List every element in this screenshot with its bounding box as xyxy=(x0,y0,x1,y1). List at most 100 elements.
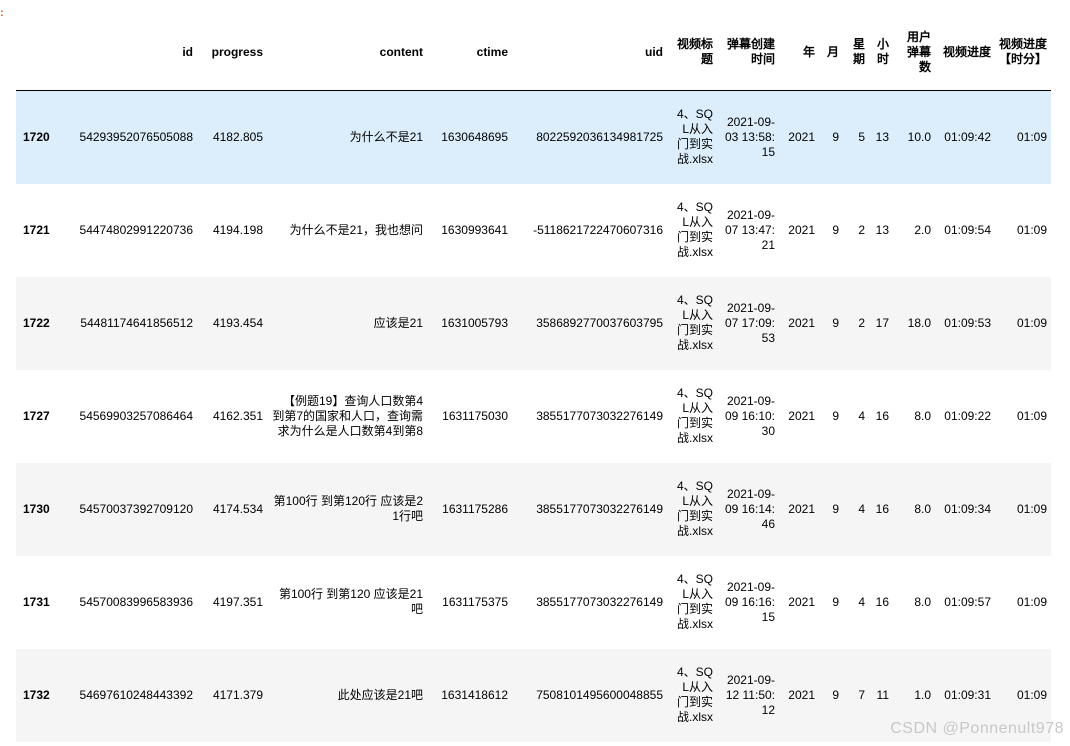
cell-month: 9 xyxy=(832,687,839,702)
cell-progress: 4171.379 xyxy=(212,687,263,702)
header-id: id xyxy=(60,14,197,91)
cell-content: 【例题19】查询人口数第4到第7的国家和人口，查询需求为什么是人口数第4到第8 xyxy=(272,393,423,438)
cell-user-count: 18.0 xyxy=(907,315,931,330)
cell-video-progress: 01:09:34 xyxy=(944,501,991,516)
cell-progress-hm: 01:09 xyxy=(1016,129,1047,144)
cell-progress: 4182.805 xyxy=(212,129,263,144)
header-hour: 小时 xyxy=(869,14,893,91)
cell-month: 9 xyxy=(832,594,839,609)
cell-video-progress: 01:09:42 xyxy=(944,129,991,144)
cell-hour: 13 xyxy=(875,222,889,237)
cell-uid: 3855177073032276149 xyxy=(536,501,663,516)
cell-progress-hm: 01:09 xyxy=(1016,408,1047,423)
cell-progress-hm: 01:09 xyxy=(1016,222,1047,237)
row-index: 1727 xyxy=(23,408,50,423)
cell-weekday: 5 xyxy=(858,129,865,144)
cell-weekday: 4 xyxy=(858,501,865,516)
cell-progress-hm: 01:09 xyxy=(1016,315,1047,330)
dataframe-output: id progress content ctime uid 视频标题 弹幕创建时… xyxy=(16,14,1051,742)
cell-progress: 4193.454 xyxy=(212,315,263,330)
cell-hour: 16 xyxy=(875,501,889,516)
cell-video-progress: 01:09:54 xyxy=(944,222,991,237)
cell-ctime: 1631175286 xyxy=(442,501,508,516)
cell-video-title: 4、SQL从入门到实战.xlsx xyxy=(676,107,713,167)
cell-content: 第100行 到第120行 应该是21行吧 xyxy=(273,494,423,523)
cell-content: 为什么不是21，我也想问 xyxy=(289,222,423,237)
cell-created-time: 2021-09-07 13:47:21 xyxy=(724,207,775,252)
cell-progress: 4174.534 xyxy=(212,501,263,516)
header-content: content xyxy=(267,14,427,91)
cell-weekday: 4 xyxy=(858,408,865,423)
cell-uid: 8022592036134981725 xyxy=(536,129,663,144)
cell-id: 54570037392709120 xyxy=(79,501,193,516)
cell-year: 2021 xyxy=(788,129,815,144)
table-row: 1720 54293952076505088 4182.805 为什么不是21 … xyxy=(16,90,1051,184)
cell-id: 54293952076505088 xyxy=(79,129,193,144)
header-user-count: 用户弹幕数 xyxy=(893,14,935,91)
row-index: 1731 xyxy=(23,594,50,609)
cell-weekday: 2 xyxy=(858,315,865,330)
cell-video-title: 4、SQL从入门到实战.xlsx xyxy=(676,293,713,352)
cell-video-title: 4、SQL从入门到实战.xlsx xyxy=(676,200,713,259)
cell-year: 2021 xyxy=(788,687,815,702)
header-uid: uid xyxy=(512,14,667,91)
cell-weekday: 4 xyxy=(858,594,865,609)
header-progress: progress xyxy=(197,14,267,91)
header-ctime: ctime xyxy=(427,14,512,91)
cell-month: 9 xyxy=(832,501,839,516)
cell-weekday: 7 xyxy=(858,687,865,702)
cell-year: 2021 xyxy=(788,594,815,609)
cell-year: 2021 xyxy=(788,501,815,516)
cell-progress: 4194.198 xyxy=(212,222,263,237)
cell-progress: 4162.351 xyxy=(212,408,263,423)
row-index: 1730 xyxy=(23,501,50,516)
cell-video-title: 4、SQL从入门到实战.xlsx xyxy=(676,665,713,724)
cell-uid: 3855177073032276149 xyxy=(536,594,663,609)
cell-created-time: 2021-09-09 16:16:15 xyxy=(724,579,775,624)
cell-content: 应该是21 xyxy=(373,315,423,330)
cell-video-progress: 01:09:53 xyxy=(944,315,991,330)
cell-video-title: 4、SQL从入门到实战.xlsx xyxy=(676,386,713,445)
cell-hour: 13 xyxy=(875,129,889,144)
cell-user-count: 2.0 xyxy=(914,222,931,237)
cell-year: 2021 xyxy=(788,408,815,423)
table-row: 1722 54481174641856512 4193.454 应该是21 16… xyxy=(16,276,1051,370)
cell-created-time: 2021-09-09 16:10:30 xyxy=(724,393,775,438)
table-row: 1727 54569903257086464 4162.351 【例题19】查询… xyxy=(16,370,1051,463)
table-row: 1731 54570083996583936 4197.351 第100行 到第… xyxy=(16,556,1051,649)
cell-month: 9 xyxy=(832,408,839,423)
header-video-title: 视频标题 xyxy=(667,14,717,91)
cell-user-count: 8.0 xyxy=(914,408,931,423)
cell-video-title: 4、SQL从入门到实战.xlsx xyxy=(676,572,713,631)
cell-id: 54697610248443392 xyxy=(79,687,193,702)
row-index: 1732 xyxy=(23,687,50,702)
cell-user-count: 8.0 xyxy=(914,501,931,516)
cell-weekday: 2 xyxy=(858,222,865,237)
cell-ctime: 1630993641 xyxy=(441,222,508,237)
cell-progress-hm: 01:09 xyxy=(1016,501,1047,516)
cell-id: 54570083996583936 xyxy=(79,594,193,609)
cell-created-time: 2021-09-12 11:50:12 xyxy=(725,672,775,717)
cell-content: 为什么不是21 xyxy=(349,129,423,144)
cell-user-count: 10.0 xyxy=(907,129,931,144)
cell-created-time: 2021-09-09 16:14:46 xyxy=(724,486,775,531)
header-month: 月 xyxy=(819,14,843,91)
cell-progress: 4197.351 xyxy=(212,594,263,609)
cell-video-progress: 01:09:57 xyxy=(944,594,991,609)
header-year: 年 xyxy=(779,14,819,91)
cell-ctime: 1631005793 xyxy=(441,315,508,330)
header-progress-hm: 视频进度【时分】 xyxy=(995,14,1051,91)
cell-content: 此处应该是21吧 xyxy=(337,687,423,702)
header-video-progress: 视频进度 xyxy=(935,14,995,91)
cell-video-progress: 01:09:22 xyxy=(944,408,991,423)
cell-hour: 17 xyxy=(875,315,889,330)
table-row: 1721 54474802991220736 4194.198 为什么不是21，… xyxy=(16,184,1051,277)
cell-id: 54569903257086464 xyxy=(79,408,193,423)
cell-id: 54481174641856512 xyxy=(80,315,193,330)
row-index: 1720 xyxy=(23,129,50,144)
cell-month: 9 xyxy=(832,129,839,144)
header-weekday: 星期 xyxy=(843,14,869,91)
cell-hour: 16 xyxy=(875,408,889,423)
cell-created-time: 2021-09-03 13:58:15 xyxy=(724,114,775,159)
cell-ctime: 1631175030 xyxy=(442,408,508,423)
